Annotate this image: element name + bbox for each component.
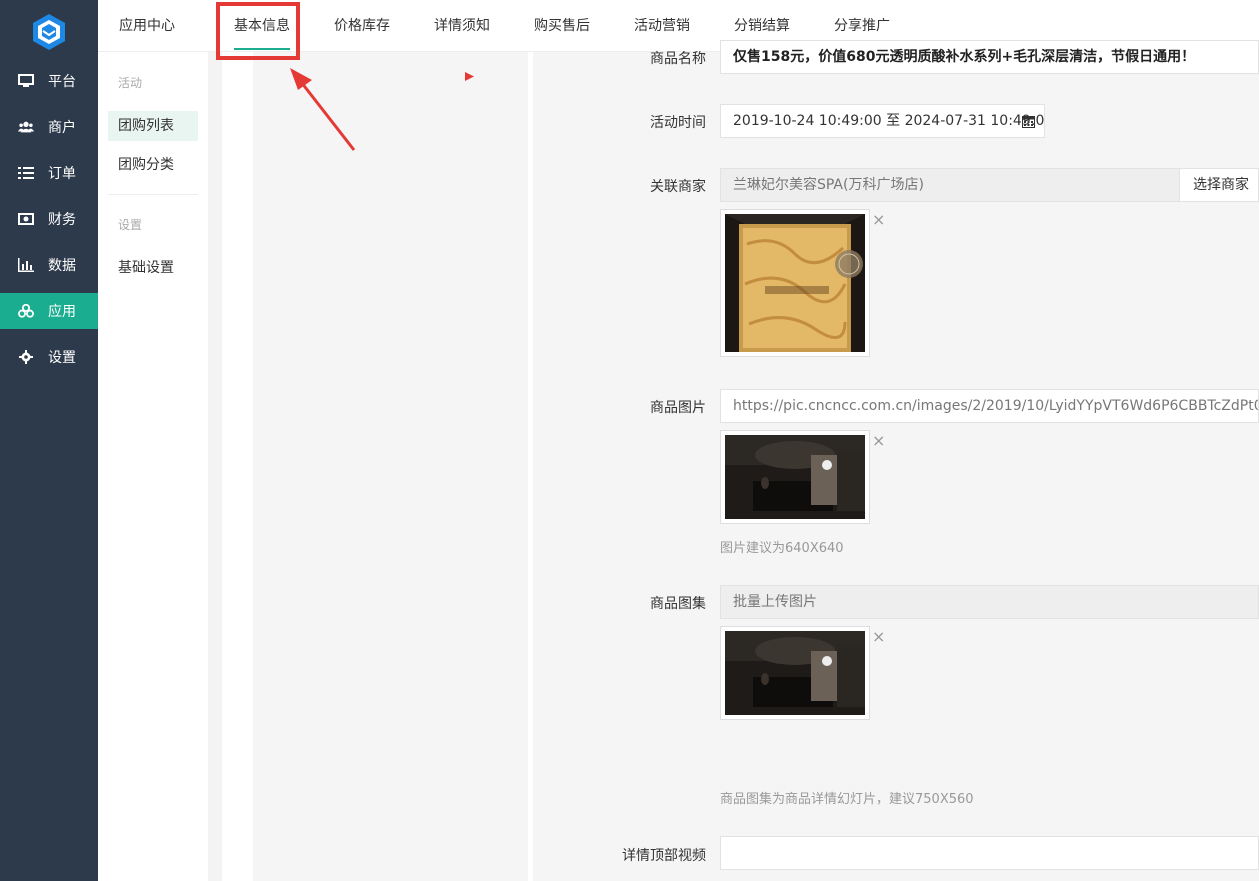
remove-merchant-image-icon[interactable]: × (872, 210, 885, 229)
users-icon (18, 119, 34, 135)
gallery-hint: 商品图集为商品详情幻灯片，建议750X560 (720, 792, 974, 807)
product-image-thumb (720, 430, 870, 524)
nav-item-merchants[interactable]: 商户 (0, 109, 98, 145)
preview-panel (253, 52, 528, 881)
annotation-arrow-icon (290, 68, 356, 151)
calendar-icon[interactable] (1022, 115, 1035, 128)
remove-gallery-image-icon[interactable]: × (872, 627, 885, 646)
submenu-group-settings: 设置 (118, 218, 143, 232)
nav-label: 订单 (48, 166, 76, 182)
sub-menu: 应用中心 活动 团购列表 团购分类 设置 基础设置 (98, 0, 208, 881)
submenu-item-group-buy-list[interactable]: 团购列表 (108, 111, 198, 141)
gallery-photo (725, 631, 865, 715)
list-icon (18, 165, 34, 181)
product-image-label: 商品图片 (650, 400, 706, 416)
merchant-photo (725, 214, 865, 352)
submenu-item-group-buy-category[interactable]: 团购分类 (108, 150, 198, 180)
submenu-title: 应用中心 (98, 0, 208, 52)
video-input[interactable] (720, 836, 1259, 870)
main-sidebar: 平台 商户 订单 财务 数据 应用 设置 (0, 0, 98, 881)
apps-icon (18, 303, 34, 319)
nav-label: 数据 (48, 258, 76, 274)
select-merchant-button[interactable]: 选择商家 (1179, 168, 1259, 202)
product-image-hint: 图片建议为640X640 (720, 541, 844, 556)
submenu-divider (108, 194, 198, 195)
nav-item-orders[interactable]: 订单 (0, 155, 98, 191)
product-name-input[interactable]: 仅售158元，价值680元透明质酸补水系列+毛孔深层清洁，节假日通用！ (720, 40, 1259, 74)
gallery-image-thumb (720, 626, 870, 720)
nav-item-finance[interactable]: 财务 (0, 201, 98, 237)
bar-chart-icon (18, 257, 34, 273)
submenu-group-activity: 活动 (118, 76, 143, 90)
product-image-url-input[interactable]: https://pic.cncncc.com.cn/images/2/2019/… (720, 389, 1259, 423)
tab-marketing[interactable]: 活动营销 (634, 0, 690, 52)
batch-upload-button[interactable]: 批量上传图片 (720, 585, 1259, 619)
video-label: 详情顶部视频 (622, 848, 706, 864)
annotation-highlight-box (216, 2, 300, 60)
merchant-image-thumb (720, 209, 870, 357)
tab-details[interactable]: 详情须知 (434, 0, 490, 52)
product-name-label: 商品名称 (650, 51, 706, 67)
nav-label: 财务 (48, 212, 76, 228)
gallery-label: 商品图集 (650, 596, 706, 612)
nav-label: 应用 (48, 304, 76, 320)
merchant-label: 关联商家 (650, 179, 706, 195)
money-icon (18, 211, 34, 227)
nav-item-platform[interactable]: 平台 (0, 63, 98, 99)
content-gutter-white (222, 52, 253, 881)
gear-icon (18, 349, 34, 365)
activity-time-value: 2019-10-24 10:49:00 至 2024-07-31 10:49:0… (733, 113, 1045, 129)
activity-time-input[interactable]: 2019-10-24 10:49:00 至 2024-07-31 10:49:0… (720, 104, 1045, 138)
nav-label: 商户 (48, 120, 76, 136)
nav-item-apps[interactable]: 应用 (0, 293, 98, 329)
play-marker-icon (465, 72, 474, 81)
monitor-icon (18, 73, 34, 89)
product-photo (725, 435, 865, 519)
merchant-input: 兰琳妃尔美容SPA(万科广场店) (720, 168, 1180, 202)
remove-product-image-icon[interactable]: × (872, 431, 885, 450)
activity-time-label: 活动时间 (650, 115, 706, 131)
submenu-item-basic-settings[interactable]: 基础设置 (108, 253, 198, 283)
tab-after-sales[interactable]: 购买售后 (534, 0, 590, 52)
content-gutter (208, 52, 222, 881)
nav-item-data[interactable]: 数据 (0, 247, 98, 283)
app-logo[interactable] (30, 12, 68, 52)
nav-label: 设置 (48, 350, 76, 366)
nav-label: 平台 (48, 74, 76, 90)
nav-item-settings[interactable]: 设置 (0, 339, 98, 375)
tab-price-stock[interactable]: 价格库存 (334, 0, 390, 52)
